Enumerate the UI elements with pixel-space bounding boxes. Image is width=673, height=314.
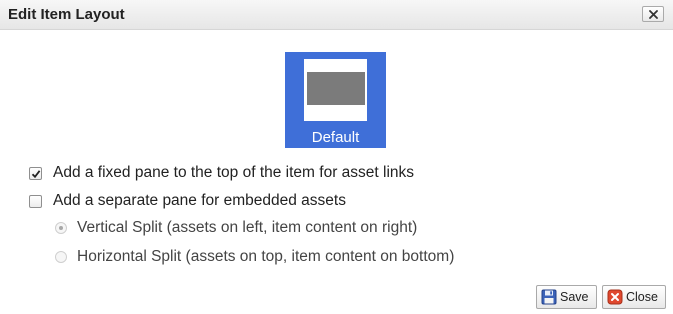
vertical-split-label[interactable]: Vertical Split (assets on left, item con… (77, 219, 417, 237)
floppy-disk-icon (541, 289, 557, 305)
close-x-icon (649, 10, 658, 19)
vertical-split-radio[interactable] (55, 222, 67, 234)
layout-preview-pane (307, 72, 365, 105)
close-button[interactable]: Close (602, 285, 666, 309)
horizontal-split-label[interactable]: Horizontal Split (assets on top, item co… (77, 248, 454, 266)
dialog-title: Edit Item Layout (8, 6, 125, 23)
fixed-pane-label[interactable]: Add a fixed pane to the top of the item … (53, 164, 414, 182)
fixed-pane-checkbox[interactable] (29, 167, 42, 180)
layout-option-label: Default (311, 129, 360, 146)
close-button-label: Close (626, 290, 658, 304)
dialog-titlebar: Edit Item Layout (0, 0, 673, 30)
horizontal-split-radio[interactable] (55, 251, 67, 263)
titlebar-close-button[interactable] (642, 6, 664, 22)
layout-option-default[interactable]: Default (285, 52, 386, 148)
separate-pane-checkbox[interactable] (29, 195, 42, 208)
save-button[interactable]: Save (536, 285, 597, 309)
edit-item-layout-dialog: Edit Item Layout Default Add a fixed pan… (0, 0, 673, 314)
red-x-icon (607, 289, 623, 305)
save-button-label: Save (560, 290, 589, 304)
separate-pane-label[interactable]: Add a separate pane for embedded assets (53, 192, 346, 210)
checkmark-icon (31, 170, 41, 179)
radio-selected-dot (59, 226, 63, 230)
